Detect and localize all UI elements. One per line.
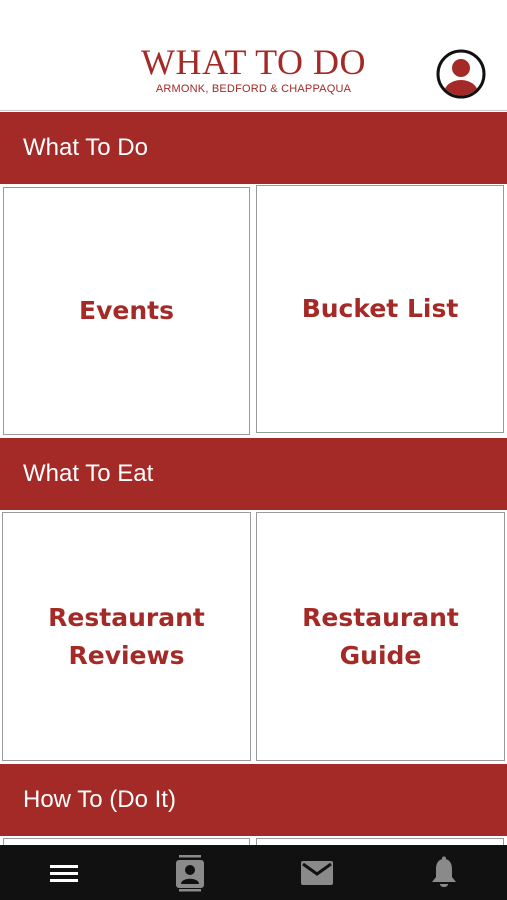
tab-menu[interactable] <box>34 845 94 900</box>
section-header-how-to: How To (Do It) <box>0 764 507 836</box>
app-logo-title: WHAT TO DO <box>140 42 366 82</box>
tile-restaurant-reviews[interactable]: Restaurant Reviews <box>2 512 251 761</box>
tile-restaurant-guide[interactable]: Restaurant Guide <box>256 512 505 761</box>
tile-events[interactable]: Events <box>3 187 250 435</box>
bottom-tab-bar <box>0 845 507 900</box>
app-header: WHAT TO DO ARMONK, BEDFORD & CHAPPAQUA <box>0 0 507 111</box>
user-circle-icon[interactable] <box>436 49 486 99</box>
tab-contacts[interactable] <box>160 845 220 900</box>
mail-icon <box>301 860 333 885</box>
tab-mail[interactable] <box>287 845 347 900</box>
tab-notifications[interactable] <box>414 845 474 900</box>
section-header-what-to-do: What To Do <box>0 112 507 184</box>
app-logo-subtitle: ARMONK, BEDFORD & CHAPPAQUA <box>155 83 352 95</box>
bell-icon <box>432 856 456 887</box>
tile-label: Bucket List <box>301 294 459 323</box>
tile-label: Restaurant Guide <box>302 602 459 670</box>
contacts-icon <box>176 854 204 891</box>
tile-label: Events <box>79 296 174 325</box>
tile-bucket-list[interactable]: Bucket List <box>256 185 504 433</box>
menu-icon <box>50 864 78 882</box>
section-header-what-to-eat: What To Eat <box>0 438 507 510</box>
tile-label: Restaurant Reviews <box>48 602 205 670</box>
